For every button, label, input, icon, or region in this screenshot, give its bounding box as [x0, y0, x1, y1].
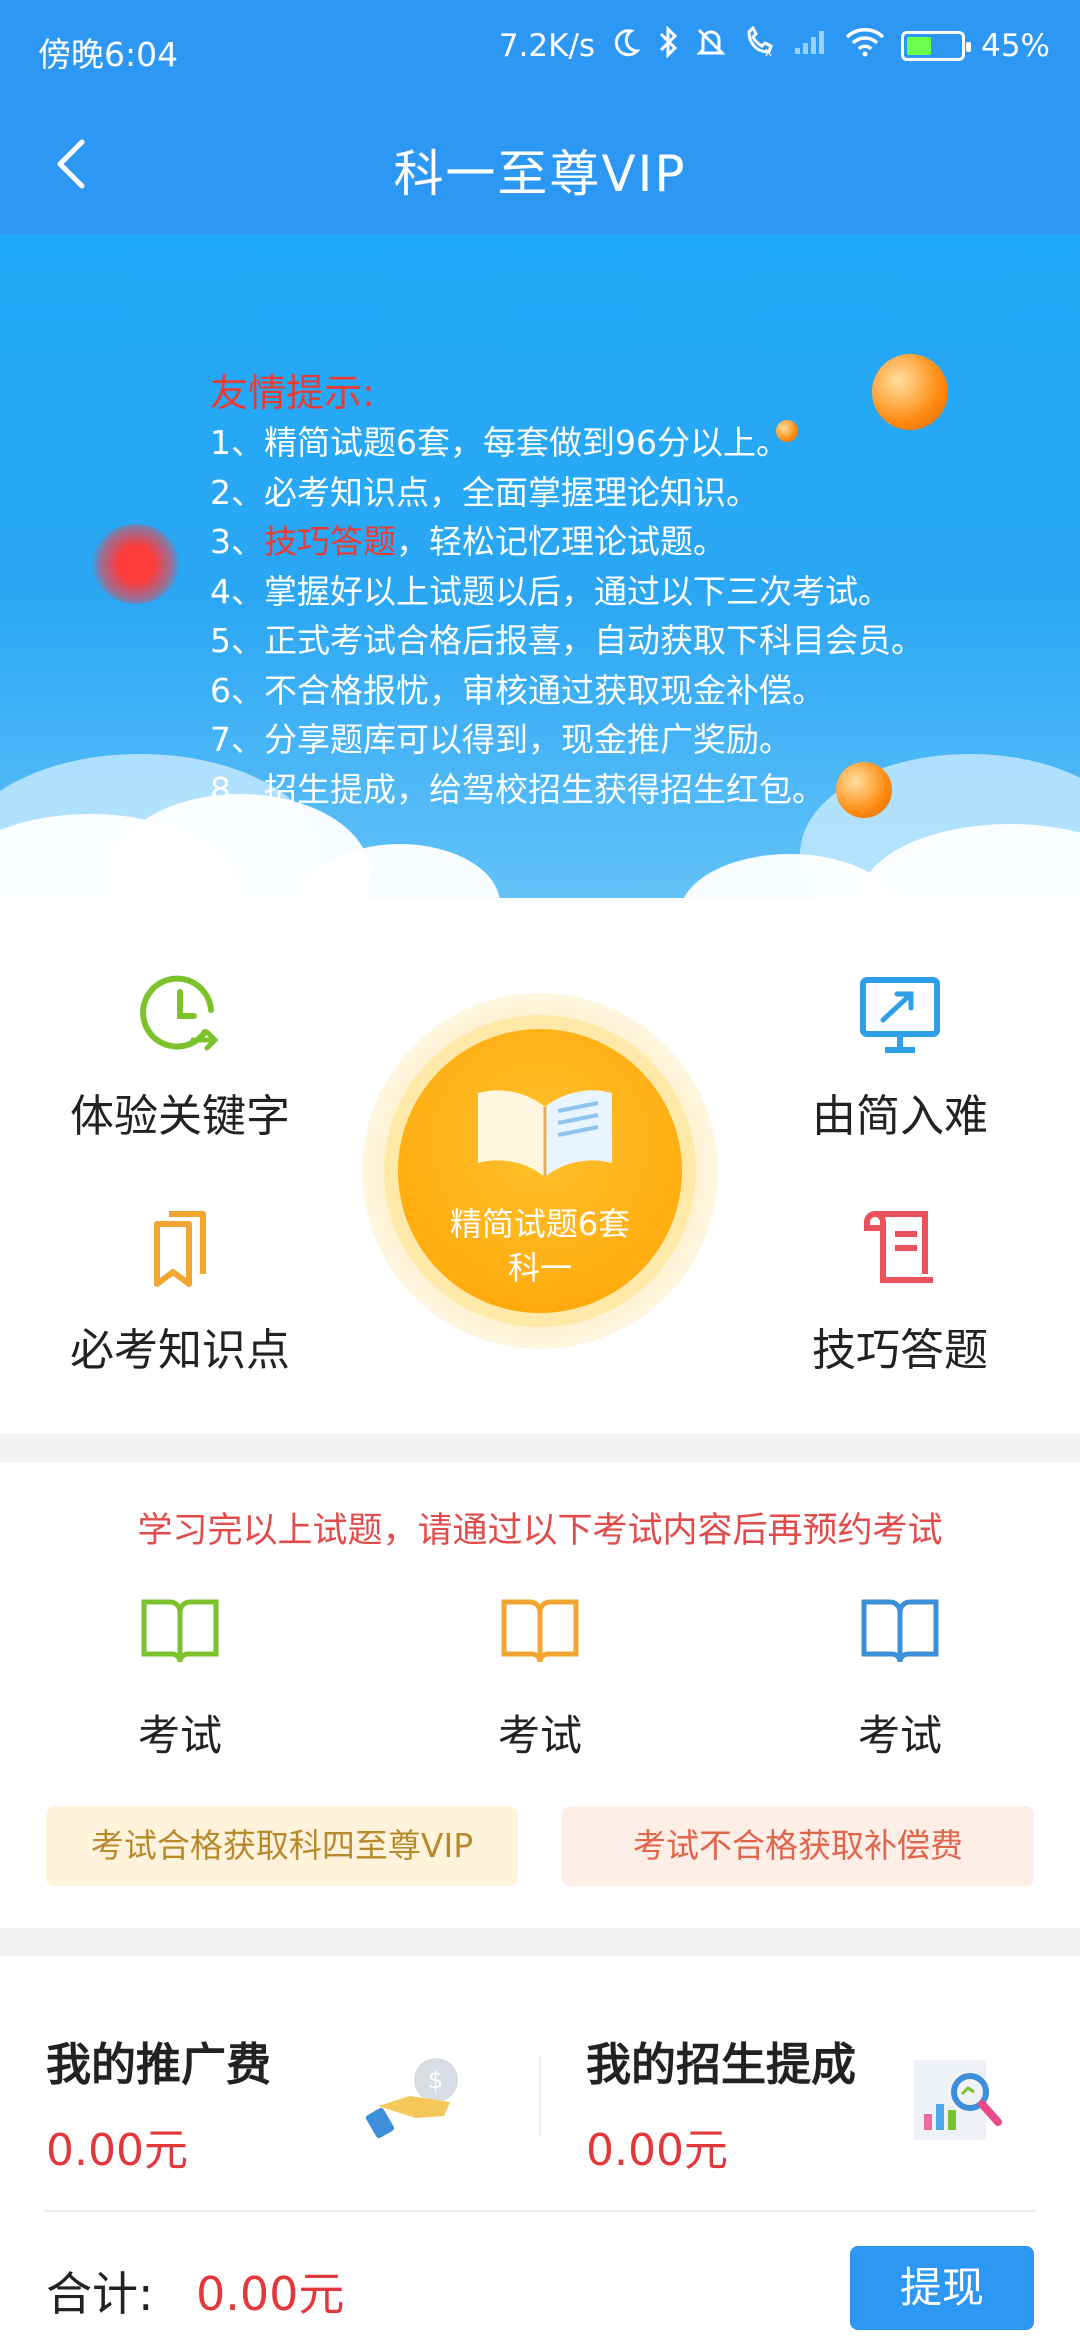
column-divider [539, 2056, 541, 2136]
section-divider [44, 2210, 1036, 2212]
open-book-icon [478, 1090, 612, 1177]
recruit-commission-title: 我的招生提成 [586, 2038, 857, 2091]
monitor-arrow-icon [855, 970, 945, 1060]
bluetooth-icon [657, 25, 679, 66]
tip-line: 8、招生提成，给驾校招生获得招生红包。 [210, 769, 825, 809]
exam-label: 考试 [137, 1711, 222, 1760]
total-label: 合计: [46, 2267, 154, 2321]
exam-item-3[interactable]: 考试 [800, 1594, 1000, 1763]
battery-icon [901, 31, 972, 61]
book-icon [860, 1594, 940, 1666]
tip-line: 5、正式考试合格后报喜，自动获取下科目会员。 [210, 621, 924, 660]
withdraw-button[interactable]: 提现 [850, 2246, 1034, 2330]
feature-panel: 体验关键字 由简入难 必考知识点 技巧答题 精简试题6套 科一 [0, 898, 1080, 1434]
progressive-label: 由简入难 [812, 1091, 988, 1142]
status-icons: 7.2K/s x 45% [498, 25, 1050, 66]
clock-icon [135, 970, 225, 1060]
scroll-icon [855, 1204, 945, 1294]
pass-reward-badge[interactable]: 考试合格获取科四至尊VIP [46, 1806, 518, 1886]
earnings-panel: 我的推广费 0.00元 $ 我的招生提成 0.00元 合计: 0.00元 提现 [0, 1956, 1080, 2340]
signal-icon [793, 28, 829, 64]
wifi-icon [845, 27, 885, 65]
exam-notice: 学习完以上试题，请通过以下考试内容后再预约考试 [137, 1511, 943, 1551]
book-icon [500, 1594, 580, 1666]
book-icon [140, 1594, 220, 1666]
coin-hand-icon: $ [365, 2054, 476, 2142]
tips-answer-button[interactable]: 技巧答题 [760, 1204, 1040, 1378]
phone-missed-icon: x [743, 25, 777, 66]
bookmarks-icon [135, 1204, 225, 1294]
chart-magnifier-icon [910, 2052, 1010, 2152]
tips-answer-label: 技巧答题 [812, 1325, 988, 1376]
tips-banner: 友情提示: 1、精简试题6套，每套做到96分以上。 2、必考知识点，全面掌握理论… [0, 234, 1080, 898]
red-ball-decoration [92, 524, 180, 604]
net-speed: 7.2K/s [498, 28, 596, 64]
svg-text:x: x [765, 45, 772, 58]
exam-item-1[interactable]: 考试 [80, 1594, 280, 1763]
page-title: 科一至尊VIP [393, 145, 687, 203]
total-value: 0.00元 [196, 2267, 345, 2321]
svg-text:$: $ [428, 2066, 443, 2094]
tip-line: 3、技巧答题，轻松记忆理论试题。 [210, 522, 726, 561]
exam-panel: 学习完以上试题，请通过以下考试内容后再预约考试 考试 考试 考试 考试合格获取科… [0, 1462, 1080, 1928]
must-know-label: 必考知识点 [70, 1325, 290, 1376]
progressive-button[interactable]: 由简入难 [760, 970, 1040, 1144]
tips-heading: 友情提示: [210, 371, 375, 415]
keyword-label: 体验关键字 [70, 1091, 290, 1142]
must-know-button[interactable]: 必考知识点 [40, 1204, 320, 1378]
status-time: 傍晚6:04 [38, 35, 179, 74]
top-bar: 傍晚6:04 7.2K/s x 45% 科一至尊VIP [0, 0, 1080, 234]
tip-line: 6、不合格报忧，审核通过获取现金补偿。 [210, 670, 825, 710]
recruit-commission-value: 0.00元 [586, 2125, 728, 2176]
exam-label: 考试 [857, 1711, 942, 1760]
practice-sets-subject: 科一 [507, 1249, 572, 1287]
promo-fee-title: 我的推广费 [46, 2038, 272, 2091]
practice-sets-button[interactable]: 精简试题6套 科一 [362, 993, 718, 1349]
exam-label: 考试 [497, 1711, 582, 1760]
tip-line: 7、分享题库可以得到，现金推广奖励。 [210, 720, 792, 759]
practice-sets-core: 精简试题6套 科一 [398, 1029, 682, 1313]
bell-off-icon [695, 26, 727, 66]
exam-item-2[interactable]: 考试 [440, 1594, 640, 1763]
tip-line: 1、精简试题6套，每套做到96分以上。 [210, 423, 789, 462]
tip-line: 2、必考知识点，全面掌握理论知识。 [210, 472, 759, 512]
fail-reward-badge[interactable]: 考试不合格获取补偿费 [562, 1806, 1034, 1886]
tip-line: 4、掌握好以上试题以后，通过以下三次考试。 [210, 571, 891, 611]
keyword-button[interactable]: 体验关键字 [40, 970, 320, 1144]
promo-fee-value: 0.00元 [46, 2125, 188, 2176]
status-bar: 傍晚6:04 7.2K/s x 45% [0, 0, 1080, 96]
title-bar: 科一至尊VIP [0, 96, 1080, 234]
battery-percent: 45% [981, 28, 1050, 64]
tips-text: 友情提示: 1、精简试题6套，每套做到96分以上。 2、必考知识点，全面掌握理论… [210, 368, 924, 814]
practice-sets-title: 精简试题6套 [449, 1205, 631, 1243]
moon-icon [611, 27, 641, 65]
